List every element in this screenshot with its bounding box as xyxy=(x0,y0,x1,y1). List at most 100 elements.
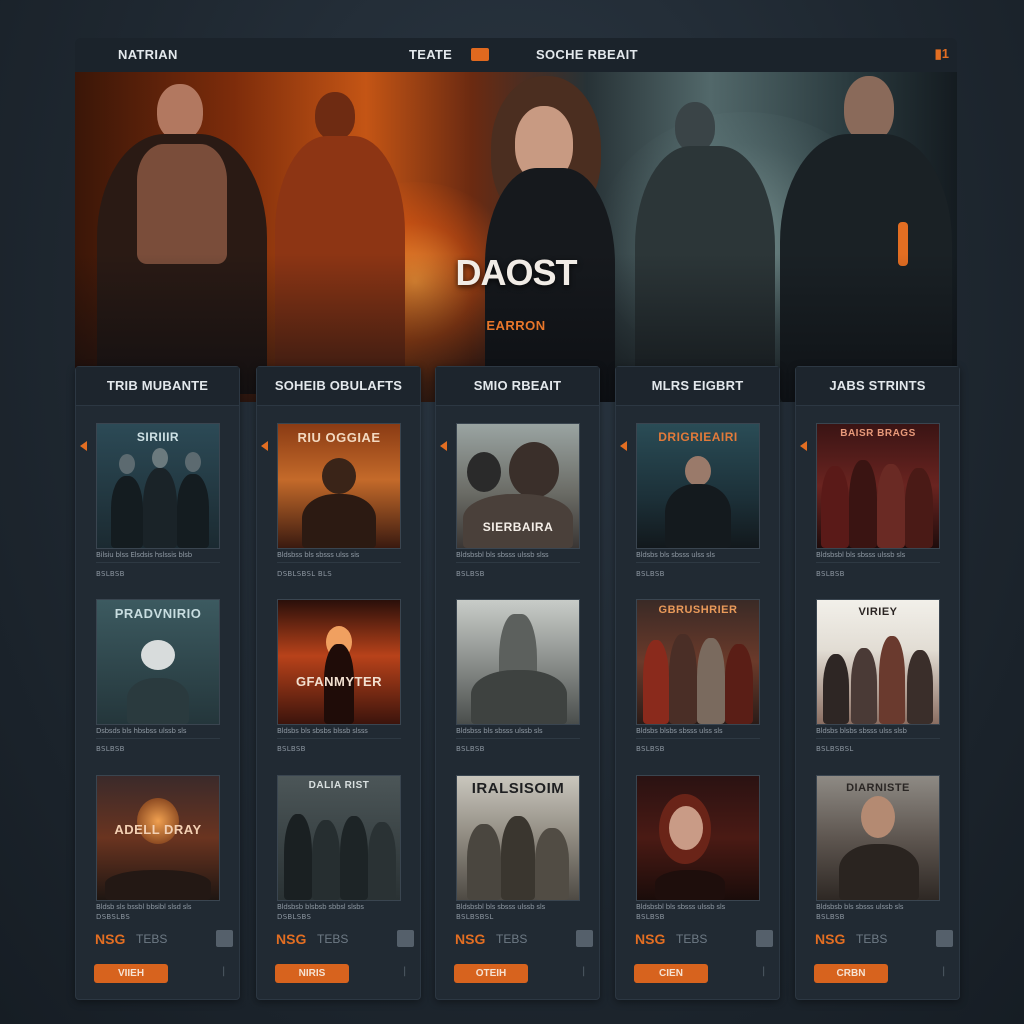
price-tag: NSG xyxy=(455,931,486,947)
movie-poster[interactable]: ADELL DRAY xyxy=(96,775,220,901)
column-header[interactable]: JABS STRINTS xyxy=(796,367,959,406)
movie-poster[interactable]: SIERBAIRA xyxy=(456,423,580,549)
poster-meta: Bldsbsbl bls sbsss ulssb slss xyxy=(456,551,549,559)
movie-poster[interactable] xyxy=(456,599,580,725)
more-icon[interactable]: | xyxy=(942,966,945,977)
poster-submeta: DSBSLBS xyxy=(96,913,131,921)
brand-logo[interactable]: NATRIAN xyxy=(118,47,178,62)
poster-submeta: BSLBSB xyxy=(96,745,125,753)
view-button[interactable]: NIRIS xyxy=(275,964,349,983)
poster-meta: Bilsiu blss Elsdsis hslssis blsb xyxy=(96,551,192,559)
price-tag: NSG xyxy=(276,931,307,947)
more-icon[interactable]: | xyxy=(762,966,765,977)
prev-arrow-icon[interactable] xyxy=(440,441,447,451)
price-label: TEBS xyxy=(856,932,888,946)
movie-poster[interactable] xyxy=(636,775,760,901)
add-to-list-icon[interactable] xyxy=(936,930,953,947)
nav-corner-marker: ▮ xyxy=(934,46,942,61)
divider xyxy=(456,738,580,739)
poster-title: SIRIIIR xyxy=(136,430,180,444)
movie-poster[interactable]: RIU OGGIAE xyxy=(277,423,401,549)
poster-submeta: BSLBSBSL xyxy=(816,745,854,753)
poster-title: BAISR BRAGS xyxy=(840,428,916,439)
add-to-list-icon[interactable] xyxy=(576,930,593,947)
column-header[interactable]: SMIO RBEAIT xyxy=(436,367,599,406)
poster-title: DIARNISTE xyxy=(846,782,910,794)
more-icon[interactable]: | xyxy=(222,966,225,977)
poster-meta: Bldsbs blsbs sbsss ulss slsb xyxy=(816,727,907,735)
divider xyxy=(456,562,580,563)
movie-poster[interactable]: DRIGRIEAIRI xyxy=(636,423,760,549)
divider xyxy=(277,738,401,739)
view-button[interactable]: VIIEH xyxy=(94,964,168,983)
nav-link-soche[interactable]: SOCHE RBEAIT xyxy=(536,47,638,62)
category-column-3: SMIO RBEAIT SIERBAIRA Bldsbsbl bls sbsss… xyxy=(435,366,600,1000)
poster-title: RIU OGGIAE xyxy=(297,430,381,445)
hero-subtitle[interactable]: EARRON xyxy=(75,318,957,333)
column-header[interactable]: MLRS EIGBRT xyxy=(616,367,779,406)
poster-title: DALIA RIST xyxy=(308,780,370,791)
poster-meta: Bldsbs blsbs sbsss ulss sls xyxy=(636,727,723,735)
movie-poster[interactable]: PRADVNIRIO xyxy=(96,599,220,725)
divider xyxy=(96,738,220,739)
divider xyxy=(816,562,940,563)
nav-badge[interactable] xyxy=(471,48,489,61)
poster-submeta: BSLBSB xyxy=(456,745,485,753)
poster-title: DRIGRIEAIRI xyxy=(658,430,738,444)
poster-title: GFANMYTER xyxy=(295,674,383,689)
poster-submeta: BSLBSB xyxy=(636,745,665,753)
view-button[interactable]: CRBN xyxy=(814,964,888,983)
category-column-1: TRIB MUBANTE SIRIIIR Bilsiu blss Elsdsis… xyxy=(75,366,240,1000)
hero-banner[interactable]: DAOST EARRON xyxy=(75,72,957,402)
movie-poster[interactable]: DIARNISTE xyxy=(816,775,940,901)
poster-submeta: BSLBSB xyxy=(636,570,665,578)
poster-meta: Bldsbsbl bls sbsss ulssb sls xyxy=(636,903,726,911)
price-label: TEBS xyxy=(317,932,349,946)
hero-vignette xyxy=(75,72,957,402)
top-nav-bar: NATRIAN TEATE SOCHE RBEAIT ▮1 xyxy=(75,38,957,73)
movie-poster[interactable]: SIRIIIR xyxy=(96,423,220,549)
prev-arrow-icon[interactable] xyxy=(800,441,807,451)
movie-poster[interactable]: GBRUSHRIER xyxy=(636,599,760,725)
nav-link-teate[interactable]: TEATE xyxy=(409,47,452,62)
view-button[interactable]: OTEIH xyxy=(454,964,528,983)
more-icon[interactable]: | xyxy=(403,966,406,977)
divider xyxy=(636,562,760,563)
movie-poster[interactable]: BAISR BRAGS xyxy=(816,423,940,549)
view-button[interactable]: CIEN xyxy=(634,964,708,983)
price-tag: NSG xyxy=(815,931,846,947)
price-label: TEBS xyxy=(676,932,708,946)
category-column-5: JABS STRINTS BAISR BRAGS Bldsbsbl bls sb… xyxy=(795,366,960,1000)
prev-arrow-icon[interactable] xyxy=(80,441,87,451)
column-header[interactable]: SOHEIB OBULAFTS xyxy=(257,367,420,406)
price-label: TEBS xyxy=(496,932,528,946)
add-to-list-icon[interactable] xyxy=(397,930,414,947)
movie-poster[interactable]: DALIA RIST xyxy=(277,775,401,901)
poster-submeta: BSLBSB xyxy=(816,570,845,578)
nav-corner-indicator[interactable]: ▮1 xyxy=(935,46,949,62)
movie-poster[interactable]: VIRIEY xyxy=(816,599,940,725)
column-header[interactable]: TRIB MUBANTE xyxy=(76,367,239,406)
price-tag: NSG xyxy=(95,931,126,947)
poster-title: VIRIEY xyxy=(858,606,898,618)
movie-poster[interactable]: IRALSISOIM xyxy=(456,775,580,901)
more-icon[interactable]: | xyxy=(582,966,585,977)
poster-title: ADELL DRAY xyxy=(114,822,202,837)
movie-poster[interactable]: GFANMYTER xyxy=(277,599,401,725)
add-to-list-icon[interactable] xyxy=(216,930,233,947)
poster-submeta: BSLBSB xyxy=(456,570,485,578)
poster-meta: Bldsbss bls sbsss ulssb sls xyxy=(456,727,543,735)
price-tag: NSG xyxy=(635,931,666,947)
add-to-list-icon[interactable] xyxy=(756,930,773,947)
category-column-4: MLRS EIGBRT DRIGRIEAIRI Bldsbs bls sbsss… xyxy=(615,366,780,1000)
prev-arrow-icon[interactable] xyxy=(261,441,268,451)
divider xyxy=(816,738,940,739)
divider xyxy=(277,562,401,563)
prev-arrow-icon[interactable] xyxy=(620,441,627,451)
poster-submeta: BSLBSB xyxy=(96,570,125,578)
poster-title: SIERBAIRA xyxy=(482,520,554,534)
poster-meta: Dsbsds bls hbsbss ulssb sls xyxy=(96,727,187,735)
category-column-2: SOHEIB OBULAFTS RIU OGGIAE Bldsbss bls s… xyxy=(256,366,421,1000)
poster-submeta: DSBLSBS xyxy=(277,913,312,921)
nav-corner-count: 1 xyxy=(941,46,949,61)
